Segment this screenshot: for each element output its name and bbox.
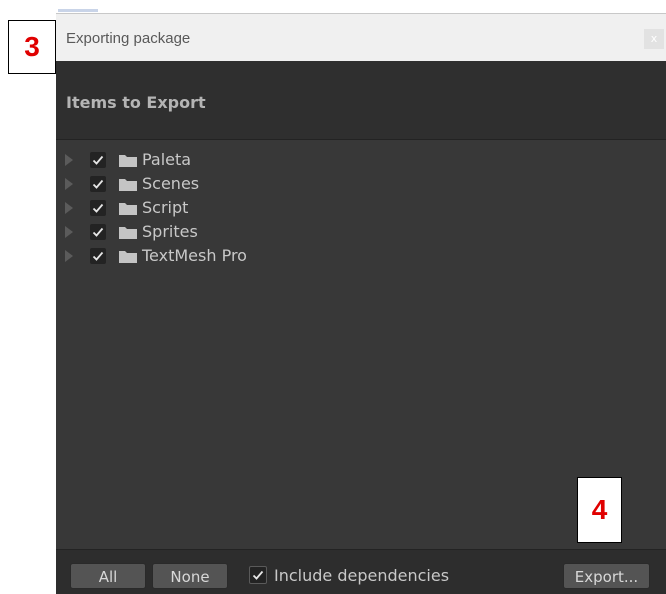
triangle-right-icon[interactable] xyxy=(65,202,73,214)
triangle-right-icon[interactable] xyxy=(65,154,73,166)
triangle-right-icon[interactable] xyxy=(65,178,73,190)
item-checkbox[interactable] xyxy=(90,200,106,216)
check-icon xyxy=(92,251,104,261)
footer-bar: All None Include dependencies Export... xyxy=(56,549,666,594)
header-title: Items to Export xyxy=(66,93,206,112)
folder-icon xyxy=(119,227,137,239)
close-button[interactable]: x xyxy=(644,29,664,49)
annotation-callout-3: 3 xyxy=(8,20,56,74)
close-icon: x xyxy=(650,32,658,45)
tree-item-label: TextMesh Pro xyxy=(142,246,247,265)
title-bar[interactable]: Exporting package x xyxy=(56,13,666,61)
tree-item-label: Scenes xyxy=(142,174,200,193)
check-icon xyxy=(92,179,104,189)
include-dependencies-checkbox[interactable] xyxy=(249,566,267,584)
tree-item-label: Paleta xyxy=(142,150,192,169)
page: 3 Exporting package x Items to Export Pa… xyxy=(0,0,666,594)
tree-row-scenes[interactable]: Scenes xyxy=(56,172,666,196)
items-tree: Paleta Scenes Script Sprites TextMesh Pr… xyxy=(56,139,666,550)
header-area: Items to Export xyxy=(56,61,666,139)
triangle-right-icon[interactable] xyxy=(65,226,73,238)
check-icon xyxy=(92,227,104,237)
tree-item-label: Script xyxy=(142,198,189,217)
export-button[interactable]: Export... xyxy=(563,563,650,589)
item-checkbox[interactable] xyxy=(90,152,106,168)
triangle-right-icon[interactable] xyxy=(65,250,73,262)
tree-row-paleta[interactable]: Paleta xyxy=(56,148,666,172)
item-checkbox[interactable] xyxy=(90,176,106,192)
background-mark xyxy=(58,9,98,12)
tree-row-script[interactable]: Script xyxy=(56,196,666,220)
item-checkbox[interactable] xyxy=(90,224,106,240)
annotation-callout-4: 4 xyxy=(577,477,622,543)
background-left xyxy=(0,0,56,594)
check-icon xyxy=(92,203,104,213)
folder-icon xyxy=(119,179,137,191)
tree-row-sprites[interactable]: Sprites xyxy=(56,220,666,244)
include-dependencies-label[interactable]: Include dependencies xyxy=(274,566,449,585)
select-none-button[interactable]: None xyxy=(152,563,228,589)
folder-icon xyxy=(119,155,137,167)
tree-row-textmesh-pro[interactable]: TextMesh Pro xyxy=(56,244,666,268)
select-all-button[interactable]: All xyxy=(70,563,146,589)
check-icon xyxy=(252,570,264,580)
export-package-window: Exporting package x Items to Export Pale… xyxy=(56,13,666,594)
check-icon xyxy=(92,155,104,165)
folder-icon xyxy=(119,251,137,263)
item-checkbox[interactable] xyxy=(90,248,106,264)
background-top xyxy=(56,0,666,13)
folder-icon xyxy=(119,203,137,215)
window-title: Exporting package xyxy=(66,30,191,47)
tree-item-label: Sprites xyxy=(142,222,198,241)
